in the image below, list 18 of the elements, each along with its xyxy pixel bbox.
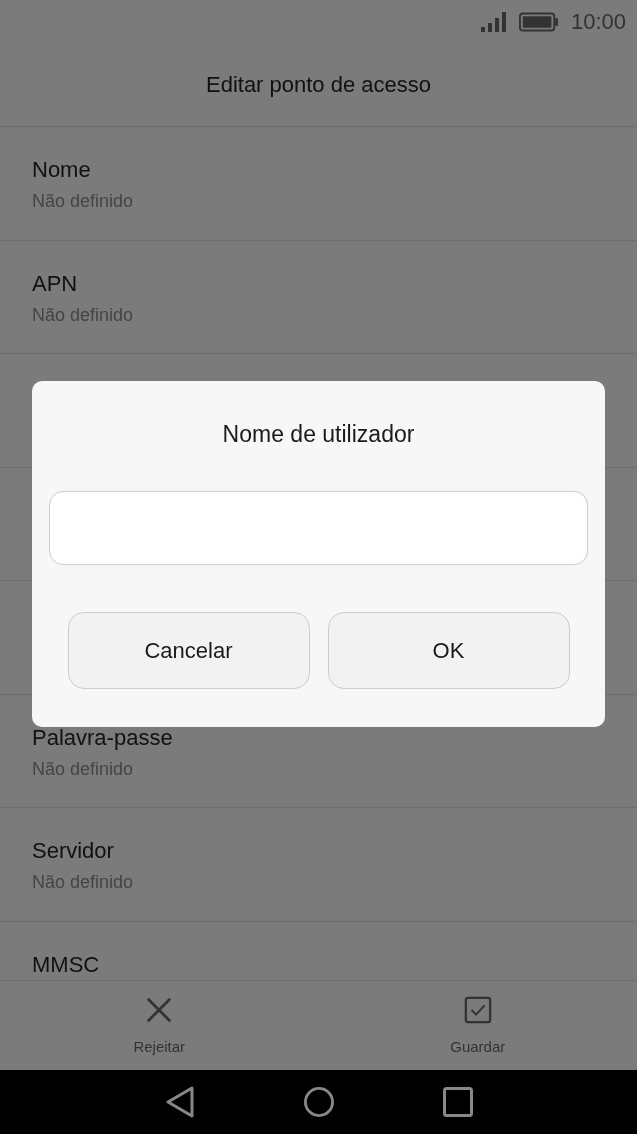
home-icon[interactable] — [303, 1086, 334, 1118]
status-time: 10:00 — [570, 9, 626, 35]
ok-button[interactable]: OK — [327, 612, 570, 689]
reject-button[interactable]: Rejeitar — [69, 981, 250, 1070]
battery-icon — [518, 12, 559, 32]
settings-item[interactable]: Servidor Não definido — [0, 808, 637, 922]
checkbox-icon — [463, 996, 492, 1024]
back-icon[interactable] — [164, 1086, 195, 1118]
dialog-title: Nome de utilizador — [222, 421, 415, 448]
screen-title: Editar ponto de acesso — [205, 72, 431, 98]
signal-icon — [480, 12, 507, 32]
input-field[interactable] — [49, 491, 588, 565]
settings-item[interactable]: Nome Não definido — [0, 127, 637, 241]
close-icon — [145, 996, 174, 1024]
recents-icon[interactable] — [442, 1086, 473, 1118]
settings-item[interactable]: APN Não definido — [0, 240, 637, 354]
save-button[interactable]: Guardar — [387, 981, 568, 1070]
cancel-button[interactable]: Cancelar — [67, 612, 310, 689]
